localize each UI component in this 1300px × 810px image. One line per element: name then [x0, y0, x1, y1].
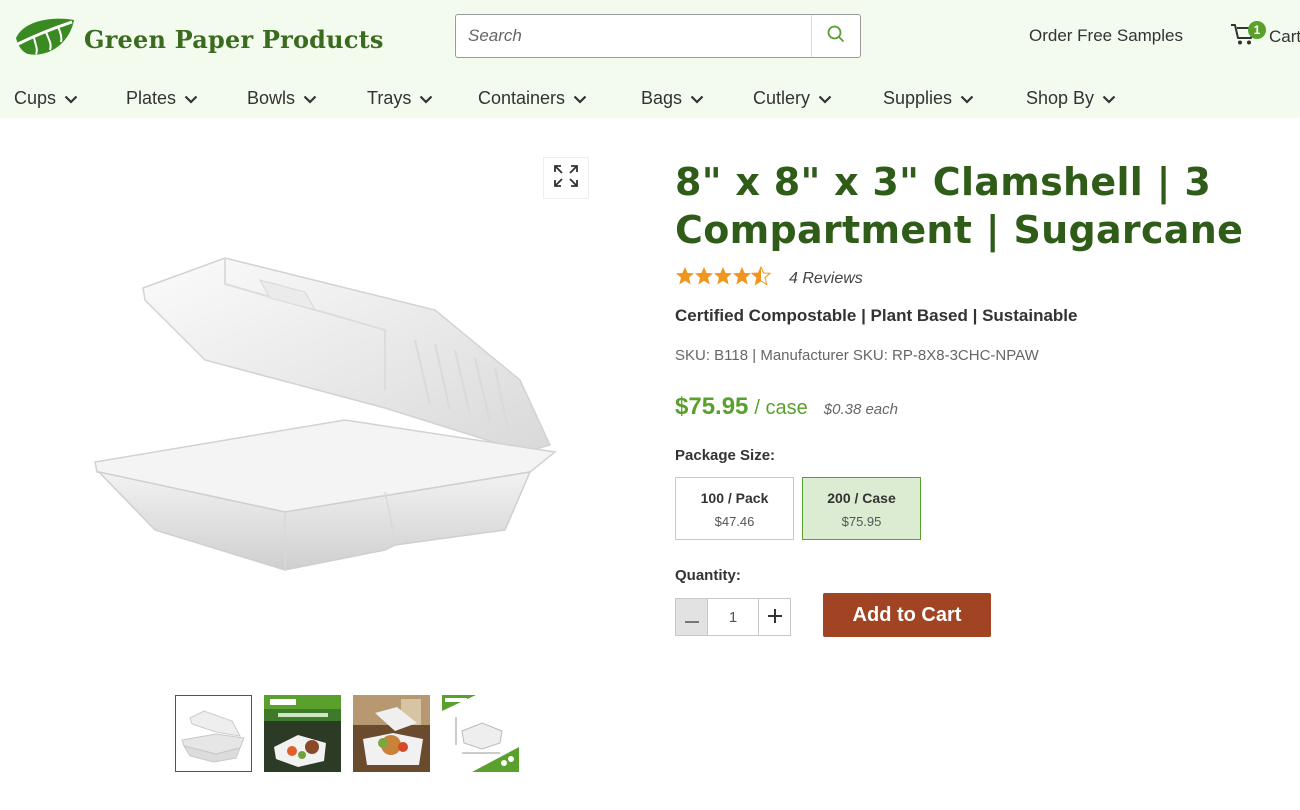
price-unit: / case — [754, 397, 808, 419]
logo-text: Green Paper Products — [84, 25, 384, 54]
plus-icon — [767, 606, 782, 629]
nav-item-cups[interactable]: Cups — [14, 84, 78, 112]
main-nav: Cups Plates Bowls Trays Containers Bags … — [0, 84, 1300, 112]
quantity-input[interactable] — [707, 599, 759, 635]
product-tagline: Certified Compostable | Plant Based | Su… — [675, 306, 1078, 325]
zoom-button[interactable] — [543, 157, 589, 199]
thumbnail-clamshell[interactable] — [175, 695, 252, 772]
product-title: 8" x 8" x 3" Clamshell | 3 Compartment |… — [675, 160, 1244, 252]
thumbnail-food-photo[interactable] — [353, 695, 430, 772]
add-to-cart-button[interactable]: Add to Cart — [823, 593, 991, 637]
nav-item-shop-by[interactable]: Shop By — [1026, 84, 1116, 112]
nav-label: Cutlery — [753, 87, 811, 108]
nav-item-cutlery[interactable]: Cutlery — [753, 84, 832, 112]
chevron-down-icon — [565, 88, 587, 109]
sku-line: SKU: B118 | Manufacturer SKU: RP-8X8-3CH… — [675, 347, 1039, 364]
price-row: $75.95 / case $0.38 each — [675, 393, 898, 421]
search-icon — [827, 25, 845, 48]
chevron-down-icon — [810, 88, 832, 109]
nav-label: Shop By — [1026, 87, 1095, 108]
chevron-down-icon — [295, 88, 317, 109]
cart-button[interactable]: 1 Cart — [1230, 21, 1300, 51]
site-logo[interactable]: Green Paper Products — [14, 16, 384, 63]
search-input[interactable] — [468, 15, 808, 57]
nav-item-containers[interactable]: Containers — [478, 84, 587, 112]
nav-item-supplies[interactable]: Supplies — [883, 84, 974, 112]
nav-label: Supplies — [883, 87, 953, 108]
search-button[interactable] — [811, 15, 860, 57]
minus-icon — [684, 606, 699, 629]
quantity-decrease-button[interactable] — [676, 599, 707, 635]
chevron-down-icon — [952, 88, 974, 109]
chevron-down-icon — [411, 88, 433, 109]
reviews-link[interactable]: 4 Reviews — [789, 270, 863, 288]
nav-label: Bags — [641, 87, 683, 108]
nav-label: Cups — [14, 87, 57, 108]
star-icon — [675, 266, 775, 291]
option-price: $75.95 — [841, 514, 882, 529]
thumbnail-dimensions[interactable] — [442, 695, 519, 772]
option-name: 200 / Case — [827, 490, 896, 506]
nav-item-bags[interactable]: Bags — [641, 84, 704, 112]
option-price: $47.46 — [714, 514, 755, 529]
cart-label: Cart — [1269, 27, 1300, 46]
nav-item-bowls[interactable]: Bowls — [247, 84, 317, 112]
chevron-down-icon — [682, 88, 704, 109]
price: $75.95 — [675, 393, 749, 420]
expand-icon — [553, 164, 579, 193]
chevron-down-icon — [1094, 88, 1116, 109]
leaf-icon — [14, 16, 76, 63]
quantity-stepper — [675, 598, 791, 636]
price-each: $0.38 each — [823, 401, 898, 418]
site-header: Green Paper Products Order Free Samples … — [0, 0, 1300, 118]
chevron-down-icon — [56, 88, 78, 109]
nav-label: Bowls — [247, 87, 296, 108]
quantity-label: Quantity: — [675, 567, 741, 584]
nav-label: Containers — [478, 87, 566, 108]
product-image[interactable] — [85, 240, 565, 595]
chevron-down-icon — [176, 88, 198, 109]
quantity-increase-button[interactable] — [759, 599, 790, 635]
package-option-100-pack[interactable]: 100 / Pack $47.46 — [675, 477, 794, 540]
cart-count-badge: 1 — [1248, 21, 1266, 39]
product-rating[interactable]: 4 Reviews — [675, 266, 863, 291]
search-box — [455, 14, 861, 58]
package-size-label: Package Size: — [675, 447, 776, 464]
thumbnail-responsible-box[interactable] — [264, 695, 341, 772]
package-option-200-case[interactable]: 200 / Case $75.95 — [802, 477, 921, 540]
order-free-samples-link[interactable]: Order Free Samples — [1029, 26, 1183, 46]
nav-item-trays[interactable]: Trays — [367, 84, 433, 112]
nav-item-plates[interactable]: Plates — [126, 84, 198, 112]
option-name: 100 / Pack — [700, 490, 769, 506]
nav-label: Plates — [126, 87, 177, 108]
nav-label: Trays — [367, 87, 412, 108]
